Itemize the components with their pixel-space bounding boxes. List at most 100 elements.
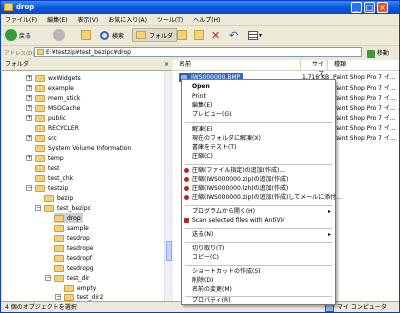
tree-item[interactable]: + example [26,83,74,93]
tree-item[interactable]: RECYCLER [35,123,79,133]
menu-item-label: 解凍(E) [192,126,213,133]
menu-item-label: ショートカットの作成(S) [192,268,261,275]
tree-item-label: tesdropf [67,254,92,262]
tree-item[interactable]: + mem_stick [26,93,80,103]
copy-to-button[interactable] [194,28,204,42]
close-pane-icon[interactable]: × [164,60,169,70]
folder-icon [54,254,64,262]
menu-item-properties[interactable]: プロパティ(R) [182,296,335,305]
folder-icon [35,114,45,122]
tree-item[interactable]: − test_bezipc [35,203,91,213]
menu-item-label: プレビュー(G) [192,111,232,118]
delete-button[interactable]: ✕ [211,28,220,42]
menu-item-open-with[interactable]: プログラムから開く(H) ▸ [182,207,335,216]
tree-scrollbar[interactable] [164,71,173,301]
tree-item[interactable]: tesdrop [54,233,90,243]
back-arrow-icon [5,29,17,41]
folder-icon [4,3,13,11]
menu-item-label: 圧縮(IWS000000.zip)の追加(作成)してメールに添付... [192,194,342,201]
tree-item[interactable]: + temp [26,153,64,163]
tree-item[interactable]: System Volume Information [35,143,131,153]
go-label: 移動 [376,50,389,57]
undo-button[interactable]: ↶ [229,28,238,42]
folders-button[interactable]: フォルダ [132,28,178,42]
address-input[interactable]: E:¥testzip¥test_bezipc¥drop [34,47,362,57]
views-button[interactable]: ▾ [248,28,262,42]
folder-icon [35,104,45,112]
menu-file[interactable]: ファイル(F) [1,14,41,24]
move-to-button[interactable] [177,28,187,42]
menu-item-rename[interactable]: 名前の変更(M) [182,285,335,294]
menu-item-compress-mail[interactable]: 圧縮(IWS000000.zip)の追加(作成)してメールに添付... [182,193,342,202]
tree-item[interactable]: − testzip [26,183,68,193]
tree-item-selected[interactable]: drop [54,213,83,223]
menu-favorites[interactable]: お気に入り(A) [104,14,151,24]
menu-item-copy[interactable]: コピー(C) [182,253,335,262]
search-button[interactable]: 検索 [100,28,124,42]
menu-item-test-archive[interactable]: 書庫をテスト(T) [182,143,335,152]
tree-item-label: bezip [57,194,74,202]
menu-item-extract[interactable]: 解凍(E) [182,125,335,134]
column-header-type[interactable]: 種類 [328,60,399,71]
tree-item[interactable]: bezip [44,193,73,203]
menu-tools[interactable]: ツール(T) [153,14,187,24]
copy-icon [194,30,204,40]
tree-item-label: tesdrope [67,244,94,252]
menu-item-compress-zip[interactable]: 圧縮(IWS000000.zip)の追加(作成) [182,175,335,184]
tree-item[interactable]: tesdropg [54,263,94,273]
menu-help[interactable]: ヘルプ(H) [189,14,224,24]
menu-item-label: 圧縮(IWS000000.zip)の追加(作成) [192,176,289,183]
maximize-button[interactable]: □ [364,2,375,13]
minimize-button[interactable]: _ [351,2,362,13]
tree-item[interactable]: + wxWidgets [26,73,81,83]
tree-item[interactable]: sample [54,223,89,233]
menu-item-send-to[interactable]: 送る(N) ▸ [182,230,335,239]
column-header-size[interactable]: サイズ [301,60,328,78]
scrollbar-thumb[interactable] [166,241,172,261]
go-button[interactable]: 移動 [367,48,389,58]
file-type: Paint Shop Pro 7 イ... [333,105,396,112]
tree-item[interactable]: + public [26,113,66,123]
address-bar: アドレス(D) E:¥testzip¥test_bezipc¥drop 移動 [1,46,399,59]
tree-item[interactable]: tesdrope [54,243,93,253]
menu-item-preview[interactable]: プレビュー(G) [182,110,335,119]
menu-item-compress[interactable]: 圧縮(C) [182,152,335,161]
menu-item-label: プロパティ(R) [192,297,231,304]
menu-item-open[interactable]: Open [182,82,335,91]
tree-item[interactable]: + MSOCache [26,103,80,113]
menu-item-create-shortcut[interactable]: ショートカットの作成(S) [182,267,335,276]
menu-item-delete[interactable]: 削除(D) [182,276,335,285]
menu-item-edit[interactable]: 編集(E) [182,101,335,110]
tree-item[interactable]: test [35,163,60,173]
tree-item[interactable]: tesdropf [54,253,92,263]
menu-item-compress-lzh[interactable]: 圧縮(IWS000000.lzh)の追加(作成) [182,184,335,193]
tree-item[interactable]: test_chk [35,173,73,183]
window-title: drop [16,3,35,11]
back-button[interactable]: 戻る [5,28,31,42]
up-button[interactable] [81,28,91,42]
folder-tree: + wxWidgets + example + mem_stick + MSOCache… [2,71,172,301]
folder-icon [64,293,74,301]
antivir-icon [184,218,189,223]
menu-item-label: 圧縮(IWS000000.lzh)の追加(作成) [192,185,289,192]
column-header-name[interactable]: 名前 [173,60,301,71]
menu-item-extract-here[interactable]: 現在のフォルダに解凍(X) [182,134,335,143]
menu-view[interactable]: 表示(V) [73,14,102,24]
title-bar[interactable]: drop _ □ × [1,1,399,14]
menu-item-cut[interactable]: 切り取り(T) [182,244,335,253]
forward-button[interactable] [53,28,65,42]
menu-edit[interactable]: 編集(E) [43,14,71,24]
menu-item-label: Print [192,93,206,100]
tree-item[interactable]: − test_dir [45,273,89,283]
tree-item[interactable]: + src [26,133,57,143]
folder-icon [35,174,45,182]
menu-item-compress-specify[interactable]: 圧縮(ファイル指定)の追加(作成)... [182,166,335,175]
close-button[interactable]: × [377,2,388,13]
menu-item-antivir-scan[interactable]: Scan selected files with AntiVir [182,216,335,225]
menu-item-label: Open [192,83,210,90]
tree-item[interactable]: − test_dir2 [55,292,103,301]
archiver-icon [184,186,189,191]
menu-item-print[interactable]: Print [182,92,335,101]
folder-icon [54,274,64,282]
menu-item-label: コピー(C) [192,254,219,261]
